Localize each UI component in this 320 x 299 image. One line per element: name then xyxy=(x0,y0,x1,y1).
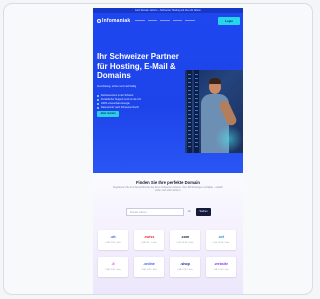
website-page: Jetzt Domain sichern – Schweizer Hosting… xyxy=(93,8,243,294)
hero-subline: Zuverlässig, sicher und nachhaltig xyxy=(97,85,137,88)
tld-price: CHF 89.– / Jahr xyxy=(141,242,157,244)
nav-link[interactable] xyxy=(147,20,158,22)
tld-price: CHF 9.90 / Jahr xyxy=(105,242,121,244)
hero-section: Jetzt Domain sichern – Schweizer Hosting… xyxy=(93,8,243,173)
main-nav: Infomaniak Login xyxy=(93,15,243,29)
site-logo[interactable]: Infomaniak xyxy=(97,18,130,24)
screenshot-frame: Jetzt Domain sichern – Schweizer Hosting… xyxy=(3,3,313,295)
tld-price: CHF 9.90 / Jahr xyxy=(105,269,121,271)
tld-price: CHF 2.90 / Jahr xyxy=(213,269,229,271)
tld-name: .com xyxy=(180,235,190,239)
logo-icon xyxy=(97,18,101,23)
tld-price: CHF 3.90 / Jahr xyxy=(141,269,157,271)
tld-name: .li xyxy=(111,262,115,266)
tld-name: .online xyxy=(143,262,155,266)
login-button[interactable]: Login xyxy=(218,17,240,25)
person-hair xyxy=(209,78,221,84)
hero-feature-list: Rechenzentren in der Schweiz Persönliche… xyxy=(97,94,141,110)
tld-card[interactable]: .com CHF 14.90 / Jahr xyxy=(170,230,200,250)
tld-card[interactable]: .swiss CHF 89.– / Jahr xyxy=(134,230,164,250)
nav-link[interactable] xyxy=(172,20,183,22)
domain-section-text: Registrieren Sie Ihre Wunschdomain bei I… xyxy=(113,187,223,193)
tld-card[interactable]: .online CHF 3.90 / Jahr xyxy=(134,257,164,277)
hero-cta-button[interactable]: Jetzt starten xyxy=(97,111,119,117)
tld-price: CHF 5.90 / Jahr xyxy=(177,269,193,271)
tld-name: .ch xyxy=(110,235,116,239)
tld-card[interactable]: .website CHF 2.90 / Jahr xyxy=(206,257,236,277)
tld-select[interactable]: .ch xyxy=(184,208,194,216)
server-rack xyxy=(194,70,199,153)
domain-search-section: Finden Sie Ihre perfekte Domain Registri… xyxy=(93,173,243,294)
tld-card[interactable]: .ch CHF 9.90 / Jahr xyxy=(98,230,128,250)
tld-card[interactable]: .net CHF 16.90 / Jahr xyxy=(206,230,236,250)
tld-name: .website xyxy=(213,262,229,266)
photo-glow xyxy=(215,125,243,153)
feature-item: Datenschutz nach Schweizer Recht xyxy=(97,106,141,110)
tld-card[interactable]: .shop CHF 5.90 / Jahr xyxy=(170,257,200,277)
tld-price-grid: .ch CHF 9.90 / Jahr .swiss CHF 89.– / Ja… xyxy=(98,230,238,277)
server-rack xyxy=(187,70,192,153)
nav-link[interactable] xyxy=(160,20,170,22)
tld-name: .net xyxy=(217,235,225,239)
tld-price: CHF 14.90 / Jahr xyxy=(176,242,194,244)
hero-headline: Ihr Schweizer Partner für Hosting, E-Mai… xyxy=(97,52,179,80)
tld-name: .swiss xyxy=(143,235,155,239)
tld-price: CHF 16.90 / Jahr xyxy=(212,242,230,244)
domain-section-title: Finden Sie Ihre perfekte Domain xyxy=(136,180,200,185)
tld-name: .shop xyxy=(180,262,190,266)
logo-text: Infomaniak xyxy=(102,18,131,24)
announcement-bar[interactable]: Jetzt Domain sichern – Schweizer Hosting… xyxy=(93,8,243,13)
hero-image-datacenter-technician xyxy=(185,70,243,153)
nav-links xyxy=(135,20,195,22)
domain-search-button[interactable]: Suchen xyxy=(196,208,211,216)
tld-card[interactable]: .li CHF 9.90 / Jahr xyxy=(98,257,128,277)
nav-link[interactable] xyxy=(135,20,145,22)
domain-search-input[interactable]: Domain suchen ... xyxy=(126,208,184,216)
nav-link[interactable] xyxy=(185,20,195,22)
